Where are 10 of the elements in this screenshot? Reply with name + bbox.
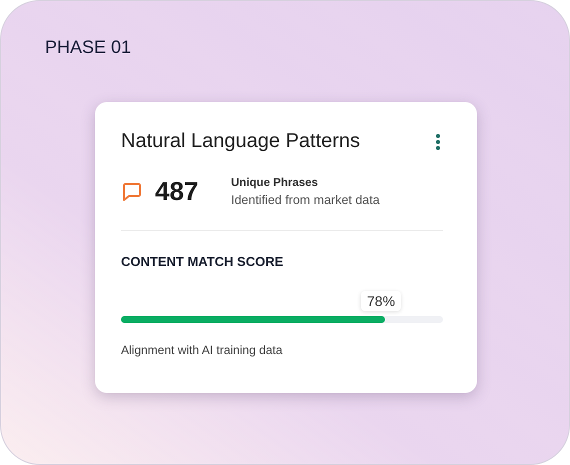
- score-tooltip: 78%: [361, 291, 402, 311]
- score-heading: CONTENT MATCH SCORE: [121, 254, 284, 269]
- phase-label: PHASE 01: [45, 37, 132, 59]
- more-options-icon[interactable]: [435, 132, 441, 150]
- stat-value: 487: [155, 176, 200, 207]
- card-title: Natural Language Patterns: [121, 130, 360, 153]
- stat-label: Unique Phrases: [231, 176, 319, 188]
- score-caption: Alignment with AI training data: [121, 343, 284, 357]
- stat-caption: Identified from market data: [231, 192, 380, 206]
- chat-bubble-icon: [121, 180, 143, 202]
